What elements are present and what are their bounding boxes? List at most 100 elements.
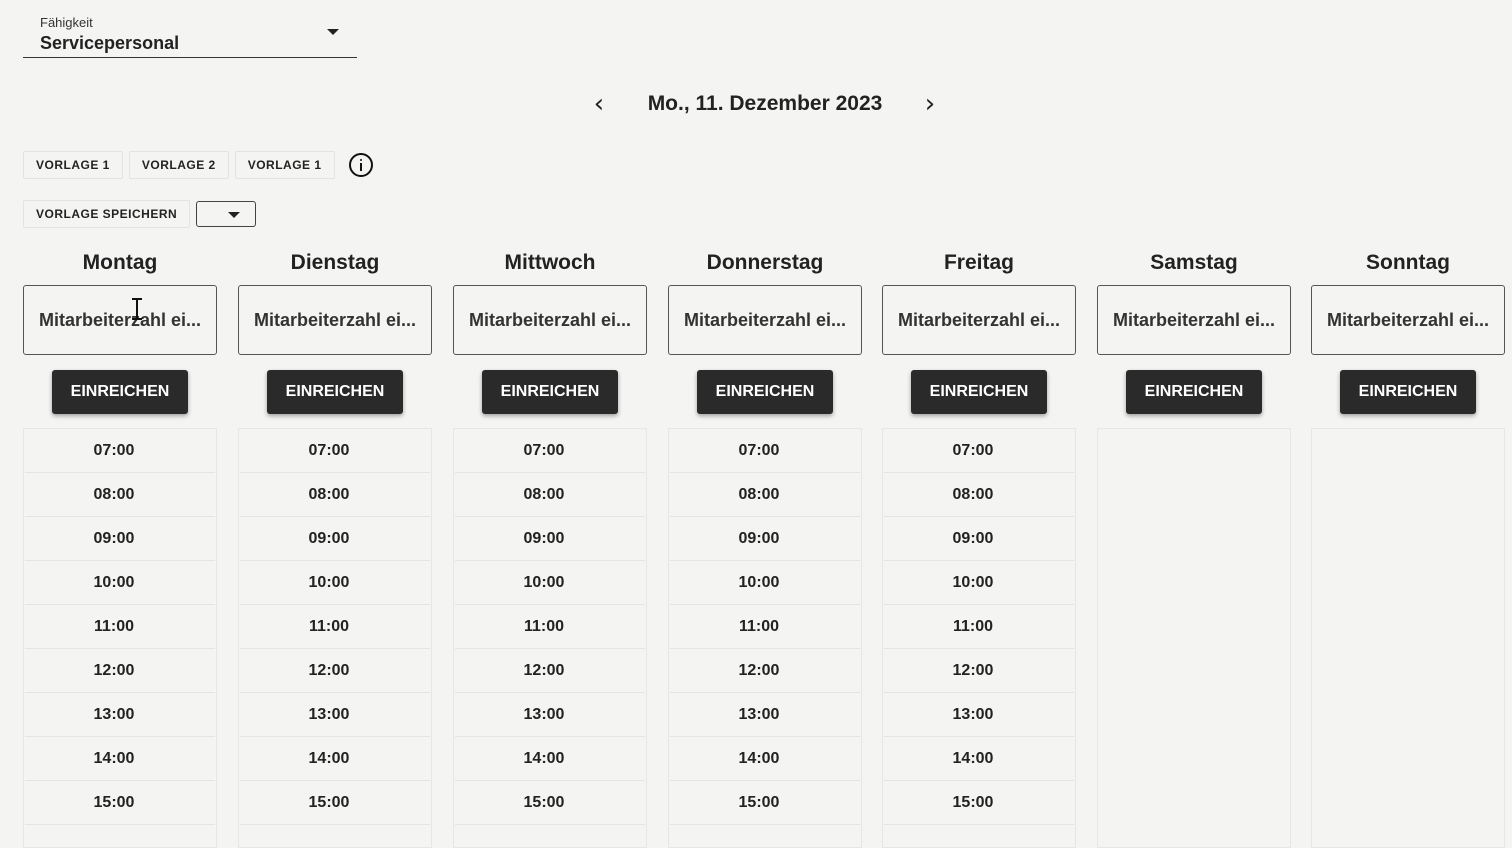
time-slot[interactable]: 11:00 bbox=[884, 606, 1074, 649]
employee-count-placeholder: Mitarbeiterzahl ei... bbox=[1112, 309, 1276, 330]
time-slot[interactable]: 10:00 bbox=[884, 562, 1074, 605]
time-slot[interactable]: 13:00 bbox=[884, 694, 1074, 737]
time-slot[interactable]: 14:00 bbox=[455, 738, 645, 781]
template-buttons: VORLAGE 1 VORLAGE 2 VORLAGE 1 bbox=[23, 151, 373, 179]
chevron-right-icon[interactable]: › bbox=[914, 89, 946, 121]
time-slot[interactable]: 14:00 bbox=[25, 738, 215, 781]
time-slot[interactable]: 07:00 bbox=[240, 430, 430, 473]
save-template-select[interactable] bbox=[196, 201, 257, 227]
time-slot[interactable]: 15:00 bbox=[670, 782, 860, 825]
time-slot[interactable]: 10:00 bbox=[670, 562, 860, 605]
time-slot[interactable]: 15:00 bbox=[240, 782, 430, 825]
save-template-row: VORLAGE SPEICHERN bbox=[23, 200, 257, 228]
employee-count-input[interactable]: Mitarbeiterzahl ei... bbox=[882, 285, 1076, 355]
time-slot[interactable]: 09:00 bbox=[240, 518, 430, 561]
time-slot-list bbox=[1097, 428, 1291, 848]
day-column: Montag Mitarbeiterzahl ei... EINREICHEN 07:… bbox=[23, 250, 217, 848]
time-slot[interactable]: 09:00 bbox=[25, 518, 215, 561]
current-date: Mo., 11. Dezember 2023 bbox=[647, 92, 883, 115]
save-template-button[interactable]: VORLAGE SPEICHERN bbox=[23, 200, 191, 228]
time-slot[interactable]: 13:00 bbox=[670, 694, 860, 737]
skill-select[interactable]: Fähigkeit Servicepersonal bbox=[23, 12, 357, 58]
time-slot[interactable]: 10:00 bbox=[455, 562, 645, 605]
day-name: Samstag bbox=[1150, 251, 1238, 274]
time-slot[interactable]: 13:00 bbox=[25, 694, 215, 737]
submit-button[interactable]: EINREICHEN bbox=[1126, 370, 1262, 414]
date-navigation: ‹ Mo., 11. Dezember 2023 › bbox=[580, 86, 950, 124]
time-slot[interactable]: 07:00 bbox=[670, 430, 860, 473]
day-name: Sonntag bbox=[1366, 251, 1450, 274]
time-slot[interactable]: 15:00 bbox=[884, 782, 1074, 825]
time-slot[interactable]: 12:00 bbox=[240, 650, 430, 693]
submit-button[interactable]: EINREICHEN bbox=[911, 370, 1047, 414]
employee-count-placeholder: Mitarbeiterzahl ei... bbox=[1326, 309, 1490, 330]
time-slot[interactable]: 15:00 bbox=[25, 782, 215, 825]
employee-count-input[interactable]: Mitarbeiterzahl ei... bbox=[1311, 285, 1505, 355]
time-slot[interactable]: 11:00 bbox=[455, 606, 645, 649]
time-slot-list: 07:00 08:00 09:00 10:00 11:00 12:00 13:00 14:00… bbox=[238, 428, 432, 848]
time-slot-list: 07:00 08:00 09:00 10:00 11:00 12:00 13:00 14:00… bbox=[23, 428, 217, 848]
time-slot-list bbox=[1311, 428, 1505, 848]
employee-count-input[interactable]: Mitarbeiterzahl ei... bbox=[668, 285, 862, 355]
time-slot[interactable]: 09:00 bbox=[884, 518, 1074, 561]
info-icon[interactable] bbox=[348, 153, 373, 177]
employee-count-input[interactable]: Mitarbeiterzahl ei... bbox=[1097, 285, 1291, 355]
time-slot[interactable]: 09:00 bbox=[455, 518, 645, 561]
time-slot[interactable]: 14:00 bbox=[670, 738, 860, 781]
time-slot[interactable]: 14:00 bbox=[884, 738, 1074, 781]
day-name: Mittwoch bbox=[504, 251, 596, 274]
employee-count-placeholder: Mitarbeiterzahl ei... bbox=[683, 309, 847, 330]
day-name: Dienstag bbox=[290, 251, 380, 274]
day-name: Freitag bbox=[943, 251, 1014, 274]
time-slot[interactable]: 08:00 bbox=[240, 474, 430, 517]
employee-count-placeholder: Mitarbeiterzahl ei... bbox=[253, 309, 417, 330]
day-column: Dienstag Mitarbeiterzahl ei... EINREICHEN 0… bbox=[238, 250, 432, 848]
employee-count-placeholder: Mitarbeiterzahl ei... bbox=[897, 309, 1061, 330]
time-slot[interactable]: 10:00 bbox=[25, 562, 215, 605]
time-slot[interactable]: 08:00 bbox=[670, 474, 860, 517]
time-slot-list: 07:00 08:00 09:00 10:00 11:00 12:00 13:00 14:00… bbox=[453, 428, 647, 848]
time-slot[interactable]: 15:00 bbox=[455, 782, 645, 825]
employee-count-placeholder: Mitarbeiterzahl ei... bbox=[38, 309, 202, 330]
time-slot[interactable]: 11:00 bbox=[240, 606, 430, 649]
employee-count-input[interactable]: Mitarbeiterzahl ei... bbox=[23, 285, 217, 355]
day-column: Samstag Mitarbeiterzahl ei... EINREICHEN bbox=[1097, 250, 1291, 848]
time-slot[interactable]: 12:00 bbox=[884, 650, 1074, 693]
day-name: Montag bbox=[82, 251, 158, 274]
template-button-3[interactable]: VORLAGE 1 bbox=[234, 151, 335, 179]
employee-count-placeholder: Mitarbeiterzahl ei... bbox=[468, 309, 632, 330]
time-slot[interactable]: 14:00 bbox=[240, 738, 430, 781]
time-slot[interactable]: 07:00 bbox=[455, 430, 645, 473]
submit-button[interactable]: EINREICHEN bbox=[52, 370, 188, 414]
skill-label: Fähigkeit bbox=[40, 15, 93, 30]
time-slot[interactable]: 13:00 bbox=[455, 694, 645, 737]
time-slot[interactable]: 07:00 bbox=[25, 430, 215, 473]
time-slot[interactable]: 11:00 bbox=[670, 606, 860, 649]
time-slot[interactable]: 13:00 bbox=[240, 694, 430, 737]
employee-count-input[interactable]: Mitarbeiterzahl ei... bbox=[453, 285, 647, 355]
submit-button[interactable]: EINREICHEN bbox=[267, 370, 403, 414]
time-slot[interactable]: 12:00 bbox=[25, 650, 215, 693]
submit-button[interactable]: EINREICHEN bbox=[482, 370, 618, 414]
time-slot[interactable]: 08:00 bbox=[25, 474, 215, 517]
template-button-1[interactable]: VORLAGE 1 bbox=[23, 151, 123, 179]
time-slot[interactable]: 07:00 bbox=[884, 430, 1074, 473]
submit-button[interactable]: EINREICHEN bbox=[1340, 370, 1476, 414]
day-column: Freitag Mitarbeiterzahl ei... EINREICHEN 07… bbox=[882, 250, 1076, 848]
chevron-left-icon[interactable]: ‹ bbox=[583, 89, 615, 121]
time-slot[interactable]: 09:00 bbox=[670, 518, 860, 561]
day-name: Donnerstag bbox=[706, 251, 824, 274]
day-column: Donnerstag Mitarbeiterzahl ei... EINREICHE… bbox=[668, 250, 862, 848]
time-slot[interactable]: 08:00 bbox=[455, 474, 645, 517]
time-slot[interactable]: 10:00 bbox=[240, 562, 430, 605]
employee-count-input[interactable]: Mitarbeiterzahl ei... bbox=[238, 285, 432, 355]
time-slot[interactable]: 12:00 bbox=[455, 650, 645, 693]
time-slot-list: 07:00 08:00 09:00 10:00 11:00 12:00 13:00 14:00… bbox=[882, 428, 1076, 848]
time-slot[interactable]: 12:00 bbox=[670, 650, 860, 693]
submit-button[interactable]: EINREICHEN bbox=[697, 370, 833, 414]
time-slot[interactable]: 11:00 bbox=[25, 606, 215, 649]
time-slot-list: 07:00 08:00 09:00 10:00 11:00 12:00 13:00 14:00… bbox=[668, 428, 862, 848]
day-column: Sonntag Mitarbeiterzahl ei... EINREICHEN bbox=[1311, 250, 1505, 848]
template-button-2[interactable]: VORLAGE 2 bbox=[128, 151, 229, 179]
time-slot[interactable]: 08:00 bbox=[884, 474, 1074, 517]
